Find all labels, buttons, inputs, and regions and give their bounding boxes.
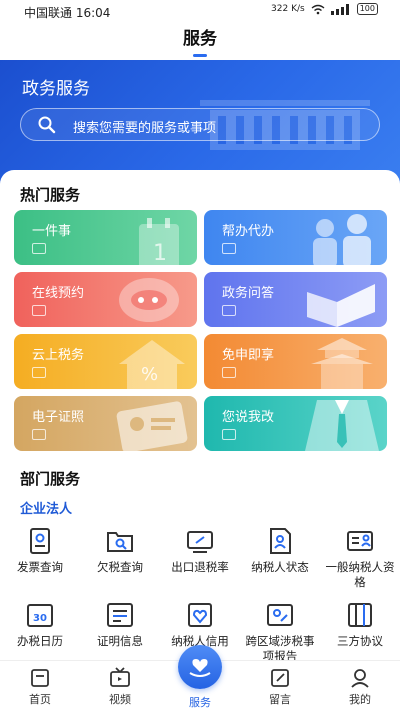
dept-item-general-taxpayer[interactable]: 一般纳税人资格 [320, 526, 400, 590]
tile-bangban[interactable]: 帮办代办 [204, 210, 387, 265]
home-icon [31, 669, 49, 687]
tile-label: 免申即享 [222, 348, 275, 363]
tile-small-icon [222, 429, 236, 440]
search-icon [38, 116, 56, 134]
pagoda-icon [311, 338, 373, 389]
tile-dianzizhengzhao[interactable]: 电子证照 [14, 396, 197, 451]
battery-icon: 100 [356, 3, 378, 15]
tab-home[interactable]: 首页 [0, 661, 80, 707]
tile-label: 一件事 [32, 224, 72, 239]
tile-mianshenjixiang[interactable]: 免申即享 [204, 334, 387, 389]
export-rebate-icon [187, 531, 213, 553]
tab-label: 视频 [109, 693, 131, 706]
wifi-icon [311, 4, 325, 14]
net-speed: 322 K/s [271, 4, 305, 14]
dept-item-taxpayer-status[interactable]: 纳税人状态 [240, 526, 320, 575]
dept-label: 三方协议 [337, 634, 383, 648]
dept-label: 出口退税率 [171, 560, 229, 574]
tv-icon [110, 667, 130, 687]
tile-small-icon [32, 305, 46, 316]
tab-service-label: 服务 [189, 696, 211, 709]
tile-small-icon [222, 367, 236, 378]
hot-services-title: 热门服务 [20, 186, 81, 204]
tile-small-icon [222, 243, 236, 254]
tab-label: 我的 [349, 693, 371, 706]
qualification-icon [347, 531, 373, 551]
dept-subtitle: 企业法人 [20, 502, 73, 517]
certificate-icon [107, 603, 133, 627]
tile-yijianshi[interactable]: 一件事 1 [14, 210, 197, 265]
tile-yunshangshuiwu[interactable]: 云上税务 % [14, 334, 197, 389]
tab-video[interactable]: 视频 [80, 661, 160, 707]
id-card-icon [116, 401, 188, 451]
taxpayer-status-icon [270, 528, 291, 554]
dept-label: 发票查询 [17, 560, 63, 574]
bottom-tab-bar: 首页 视频 服务 留言 我的 [0, 645, 400, 711]
tile-small-icon [32, 429, 46, 440]
dept-label: 办税日历 [17, 634, 63, 648]
dept-item-tax-calendar[interactable]: 30 办税日历 [0, 600, 80, 649]
status-bar: 中国联通 16:04 322 K/s 100 [0, 0, 400, 22]
tab-message[interactable]: 留言 [240, 661, 320, 707]
tile-label: 云上税务 [32, 348, 85, 363]
dept-item-credit[interactable]: 纳税人信用 [160, 600, 240, 649]
agreement-icon [348, 603, 372, 627]
map-report-icon [267, 604, 293, 626]
hero-banner: 政务服务 搜索您需要的服务或事项 [0, 60, 400, 185]
folder-search-icon [107, 532, 133, 552]
page-title: 服务 [183, 29, 217, 49]
dept-item-invoice[interactable]: 发票查询 [0, 526, 80, 575]
dept-label: 证明信息 [97, 634, 143, 648]
tab-label: 首页 [29, 693, 51, 706]
tile-label: 在线预约 [32, 286, 85, 301]
house-percent-icon: % [119, 340, 185, 389]
dept-label: 一般纳税人资格 [325, 560, 395, 589]
tile-label: 政务问答 [222, 286, 275, 301]
tile-zhengwuwenda[interactable]: 政务问答 [204, 272, 387, 327]
tile-small-icon [222, 305, 236, 316]
tab-mine[interactable]: 我的 [320, 661, 400, 707]
svg-text:%: % [141, 364, 158, 385]
people-icon [313, 214, 371, 265]
dept-item-export-rebate[interactable]: 出口退税率 [160, 526, 240, 575]
hero-title: 政务服务 [22, 79, 90, 99]
title-underline [193, 54, 207, 57]
svg-text:30: 30 [33, 613, 47, 624]
profile-icon [351, 669, 369, 688]
heart-hand-icon [189, 659, 211, 677]
tile-ninshuowogai[interactable]: 您说我改 [204, 396, 387, 451]
content-card: 热门服务 一件事 1 帮办代办 在线预约 政务问答 云上税务 % 免申即享 电子… [0, 170, 400, 663]
status-icons: 322 K/s 100 [271, 3, 378, 15]
tile-label: 帮办代办 [222, 224, 275, 239]
tile-label: 电子证照 [32, 410, 85, 425]
dept-item-certificate[interactable]: 证明信息 [80, 600, 160, 649]
tile-small-icon [32, 367, 46, 378]
dept-label: 欠税查询 [97, 560, 143, 574]
signal-icon [330, 3, 349, 15]
tile-small-icon [32, 243, 46, 254]
svg-text:1: 1 [153, 241, 167, 265]
tile-zaixianyuyue[interactable]: 在线预约 [14, 272, 197, 327]
calendar-1-icon: 1 [139, 218, 179, 265]
dept-label: 纳税人状态 [251, 560, 309, 574]
dept-services-title: 部门服务 [20, 470, 81, 488]
tab-service[interactable] [178, 645, 222, 689]
message-edit-icon [271, 669, 289, 687]
search-box[interactable]: 搜索您需要的服务或事项 [20, 108, 380, 141]
carrier-time: 中国联通 16:04 [24, 6, 111, 20]
open-book-icon [307, 284, 375, 327]
chat-bubble-icon [119, 278, 179, 322]
dept-item-tripartite[interactable]: 三方协议 [320, 600, 400, 649]
tile-label: 您说我改 [222, 410, 275, 425]
calendar-30-icon: 30 [27, 604, 53, 627]
dept-item-cross-region[interactable]: 跨区域涉税事项报告 [240, 600, 320, 664]
tab-label: 留言 [269, 693, 291, 706]
dept-item-arrears[interactable]: 欠税查询 [80, 526, 160, 575]
title-bar: 服务 [0, 22, 400, 60]
credit-icon [188, 603, 212, 627]
invoice-icon [30, 528, 50, 554]
suit-icon [305, 400, 379, 451]
search-placeholder: 搜索您需要的服务或事项 [73, 121, 217, 136]
